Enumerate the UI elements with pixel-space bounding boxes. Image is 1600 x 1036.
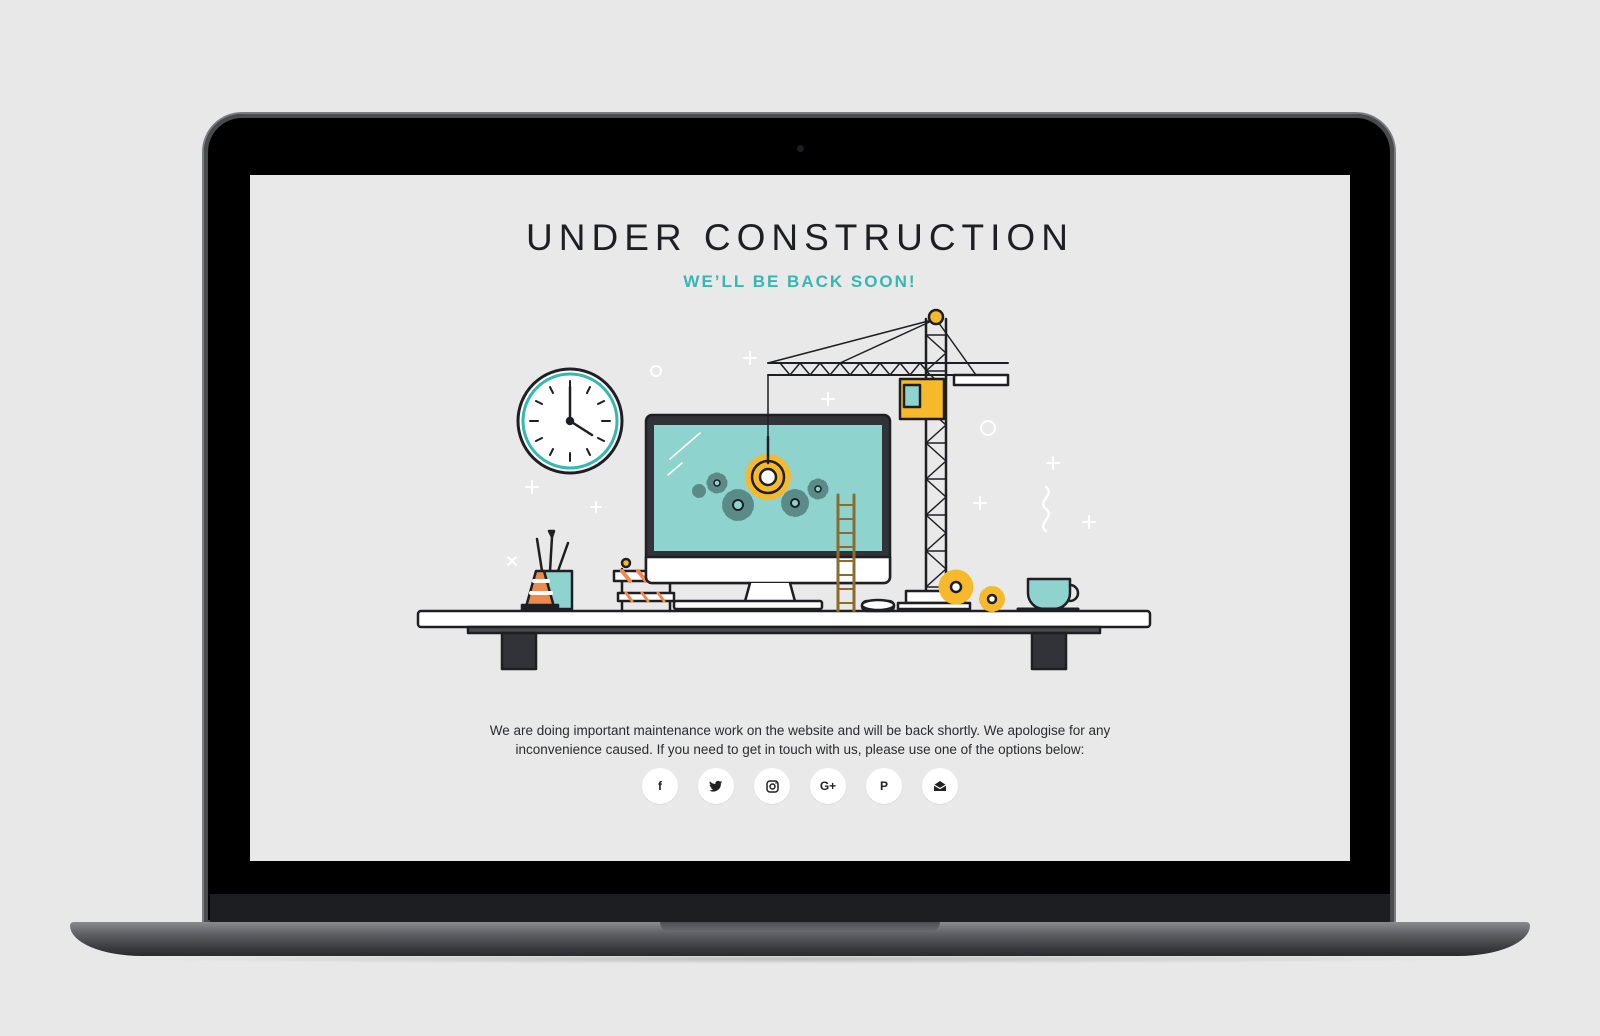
- clock-icon: [516, 367, 624, 475]
- twitter-icon: [709, 780, 722, 792]
- email-button[interactable]: [922, 768, 958, 804]
- pinterest-icon: P: [879, 779, 888, 793]
- email-icon: [933, 781, 947, 791]
- google-plus-icon: G+: [819, 779, 837, 793]
- facebook-button[interactable]: f: [642, 768, 678, 804]
- instagram-icon: [765, 779, 779, 793]
- twitter-button[interactable]: [698, 768, 734, 804]
- social-links: f G+ P: [642, 768, 958, 806]
- monitor-icon: [644, 413, 896, 613]
- laptop-chin: [210, 894, 1390, 924]
- webcam: [797, 145, 804, 152]
- desk: [416, 609, 1152, 671]
- coffee-cup-icon: [1016, 485, 1080, 611]
- facebook-icon: f: [658, 779, 662, 793]
- pinterest-button[interactable]: P: [866, 768, 902, 804]
- instagram-button[interactable]: [754, 768, 790, 804]
- laptop-hinge-notch: [660, 922, 940, 932]
- laptop-screen: UNDER CONSTRUCTION WE’LL BE BACK SOON! W…: [250, 175, 1350, 861]
- google-plus-button[interactable]: G+: [810, 768, 846, 804]
- maintenance-message: We are doing important maintenance work …: [489, 723, 1111, 757]
